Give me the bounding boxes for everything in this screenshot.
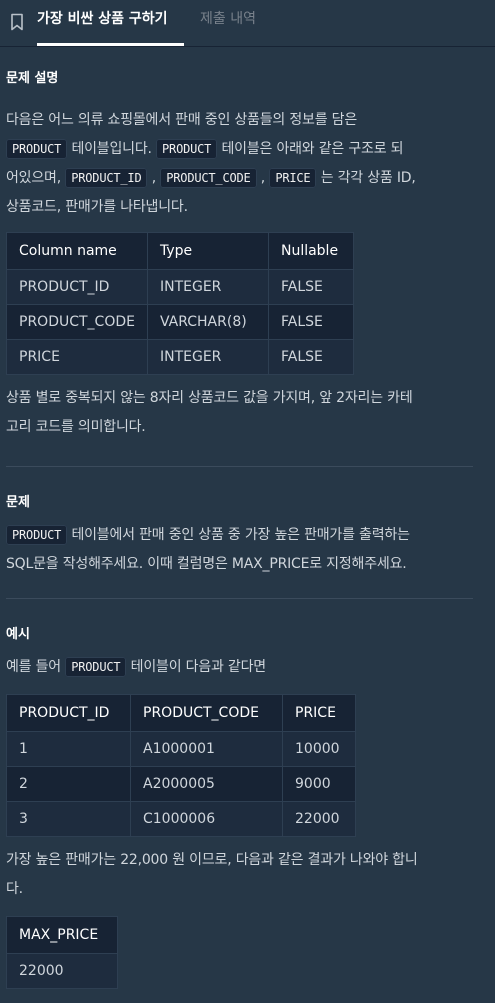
bookmark-icon[interactable] [10,13,24,31]
description-heading: 문제 설명 [6,71,59,86]
description-paragraph: 상품 별로 중복되지 않는 8자리 상품코드 값을 가지며, 앞 2자리는 카테… [6,384,489,442]
table-row: PRICE INTEGER FALSE [6,339,354,375]
description-text: , [147,170,161,186]
code-product-code: PRODUCT_CODE [160,168,257,188]
table-cell: 22000 [6,953,118,989]
problem-content: 문제 설명 다음은 어느 의류 쇼핑몰에서 판매 중인 상품들의 정보를 담은 … [0,47,495,989]
table-header: Column name [6,232,148,270]
table-header: PRICE [282,694,356,732]
example-intro: 예를 들어 PRODUCT 테이블이 다음과 같다면 [6,653,489,682]
description-text: 테이블은 아래와 같은 구조로 되 [217,141,404,157]
example-heading: 예시 [6,627,30,642]
description-text: 는 각각 상품 ID, [316,170,416,186]
description-text: 상품 별로 중복되지 않는 8자리 상품코드 값을 가지며, 앞 2자리는 카테 [6,390,413,406]
table-cell: 10000 [282,731,356,767]
description-text: 다음은 어느 의류 쇼핑몰에서 판매 중인 상품들의 정보를 담은 [6,112,358,128]
table-header: PRODUCT_CODE [130,694,283,732]
example-section-header: 예시 [6,599,489,645]
description-text: 고리 코드를 의미합니다. [6,419,146,435]
table-cell: 1 [6,731,131,767]
table-cell: INTEGER [146,269,269,305]
problem-text: SQL문을 작성해주세요. 이때 컬럼명은 MAX_PRICE로 지정해주세요. [6,556,407,572]
table-header: Nullable [267,232,354,270]
table-cell: PRICE [6,339,148,375]
table-cell: C1000006 [130,801,283,837]
table-row: 1 A1000001 10000 [6,731,356,767]
table-row: PRODUCT_ID INTEGER FALSE [6,269,354,305]
table-row: 2 A2000005 9000 [6,766,356,802]
description-text: , [256,170,270,186]
table-cell: PRODUCT_CODE [6,304,148,340]
table-cell: INTEGER [146,339,269,375]
description-paragraph: 다음은 어느 의류 쇼핑몰에서 판매 중인 상품들의 정보를 담은 PRODUC… [6,106,489,222]
table-cell: A1000001 [130,731,283,767]
example-result-table: MAX_PRICE 22000 [6,916,118,989]
code-product: PRODUCT [6,139,68,159]
table-header: MAX_PRICE [6,916,118,954]
tab-submissions[interactable]: 제출 내역 [200,0,256,46]
table-cell: 3 [6,801,131,837]
table-cell: PRODUCT_ID [6,269,148,305]
example-text: 테이블이 다음과 같다면 [126,659,267,675]
table-row: 22000 [6,953,118,989]
table-header: PRODUCT_ID [6,694,131,732]
table-cell: VARCHAR(8) [146,304,269,340]
table-cell: 22000 [282,801,356,837]
table-cell: 9000 [282,766,356,802]
code-product: PRODUCT [156,139,218,159]
table-row: 3 C1000006 22000 [6,801,356,837]
table-cell: 2 [6,766,131,802]
code-product: PRODUCT [6,525,68,545]
problem-text: 테이블에서 판매 중인 상품 중 가장 높은 판매가를 출력하는 [67,527,410,543]
problem-paragraph: PRODUCT 테이블에서 판매 중인 상품 중 가장 높은 판매가를 출력하는… [6,521,489,579]
problem-heading: 문제 [6,495,30,510]
problem-section-header: 문제 [6,467,489,513]
schema-table: Column name Type Nullable PRODUCT_ID INT… [6,232,354,375]
description-text: 어있으며, [6,170,66,186]
tab-problem[interactable]: 가장 비싼 상품 구하기 [37,0,184,46]
example-data-table: PRODUCT_ID PRODUCT_CODE PRICE 1 A1000001… [6,694,356,837]
example-text: 가장 높은 판매가는 22,000 원 이므로, 다음과 같은 결과가 나와야 … [6,852,418,868]
table-cell: A2000005 [130,766,283,802]
table-cell: FALSE [267,304,354,340]
table-row: PRODUCT_CODE VARCHAR(8) FALSE [6,304,354,340]
code-price: PRICE [269,168,317,188]
example-text: 다. [6,881,23,897]
table-cell: FALSE [267,339,354,375]
description-section-header: 문제 설명 [6,47,489,95]
example-text: 예를 들어 [6,659,66,675]
tab-bar: 가장 비싼 상품 구하기 제출 내역 [0,0,495,47]
description-text: 테이블입니다. [67,141,157,157]
table-header: Type [146,232,269,270]
table-cell: FALSE [267,269,354,305]
description-text: 상품코드, 판매가를 나타냅니다. [6,199,188,215]
example-result-text: 가장 높은 판매가는 22,000 원 이므로, 다음과 같은 결과가 나와야 … [6,846,489,904]
code-product: PRODUCT [65,657,127,677]
code-product-id: PRODUCT_ID [65,168,148,188]
